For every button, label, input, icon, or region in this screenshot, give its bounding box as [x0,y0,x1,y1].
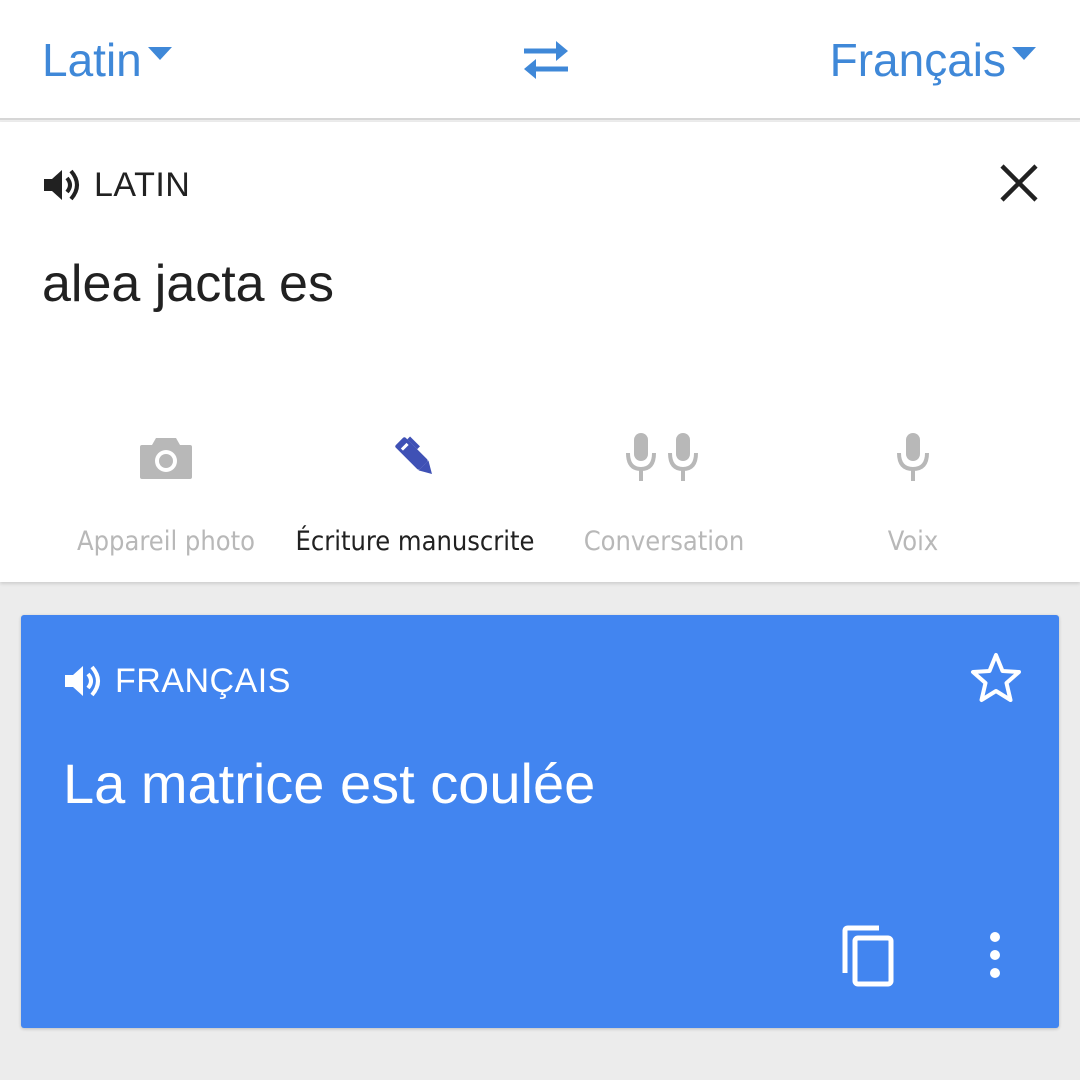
input-panel: LATIN alea jacta es Appareil photo Écrit… [0,122,1080,582]
target-language-select[interactable]: Français [830,32,1036,88]
conversation-label: Conversation [583,526,745,557]
microphone-icon [897,433,929,481]
camera-icon [140,438,192,479]
handwriting-button[interactable]: Écriture manuscrite [285,422,545,562]
source-language-label: Latin [42,34,142,86]
source-language-header: LATIN [42,162,190,208]
handwriting-label: Écriture manuscrite [295,526,535,557]
pen-icon [395,436,432,474]
source-language-select[interactable]: Latin [42,32,172,88]
dropdown-caret-icon [147,46,172,60]
voice-label: Voix [887,526,939,557]
conversation-mics-icon [626,433,698,481]
target-language-heading: FRANÇAIS [115,661,291,700]
target-language-label: Français [829,34,1006,86]
speaker-icon[interactable] [63,661,105,701]
translated-text: La matrice est coulée [63,752,596,815]
camera-label: Appareil photo [77,526,255,557]
swap-arrows-icon[interactable] [520,38,572,82]
source-text-input[interactable]: alea jacta es [42,254,334,314]
language-bar: Latin Français [0,0,1080,120]
translation-result-card: FRANÇAIS La matrice est coulée [21,615,1059,1028]
close-icon[interactable] [998,162,1040,204]
speaker-icon[interactable] [42,165,84,205]
camera-button[interactable]: Appareil photo [36,422,296,562]
copy-icon[interactable] [841,925,897,987]
dropdown-caret-icon [1012,46,1036,60]
target-language-header: FRANÇAIS [63,659,291,703]
voice-button[interactable]: Voix [783,422,1043,562]
star-outline-icon[interactable] [969,651,1023,705]
conversation-button[interactable]: Conversation [534,422,794,562]
more-vert-icon[interactable] [983,931,1007,979]
source-language-heading: LATIN [94,165,191,204]
